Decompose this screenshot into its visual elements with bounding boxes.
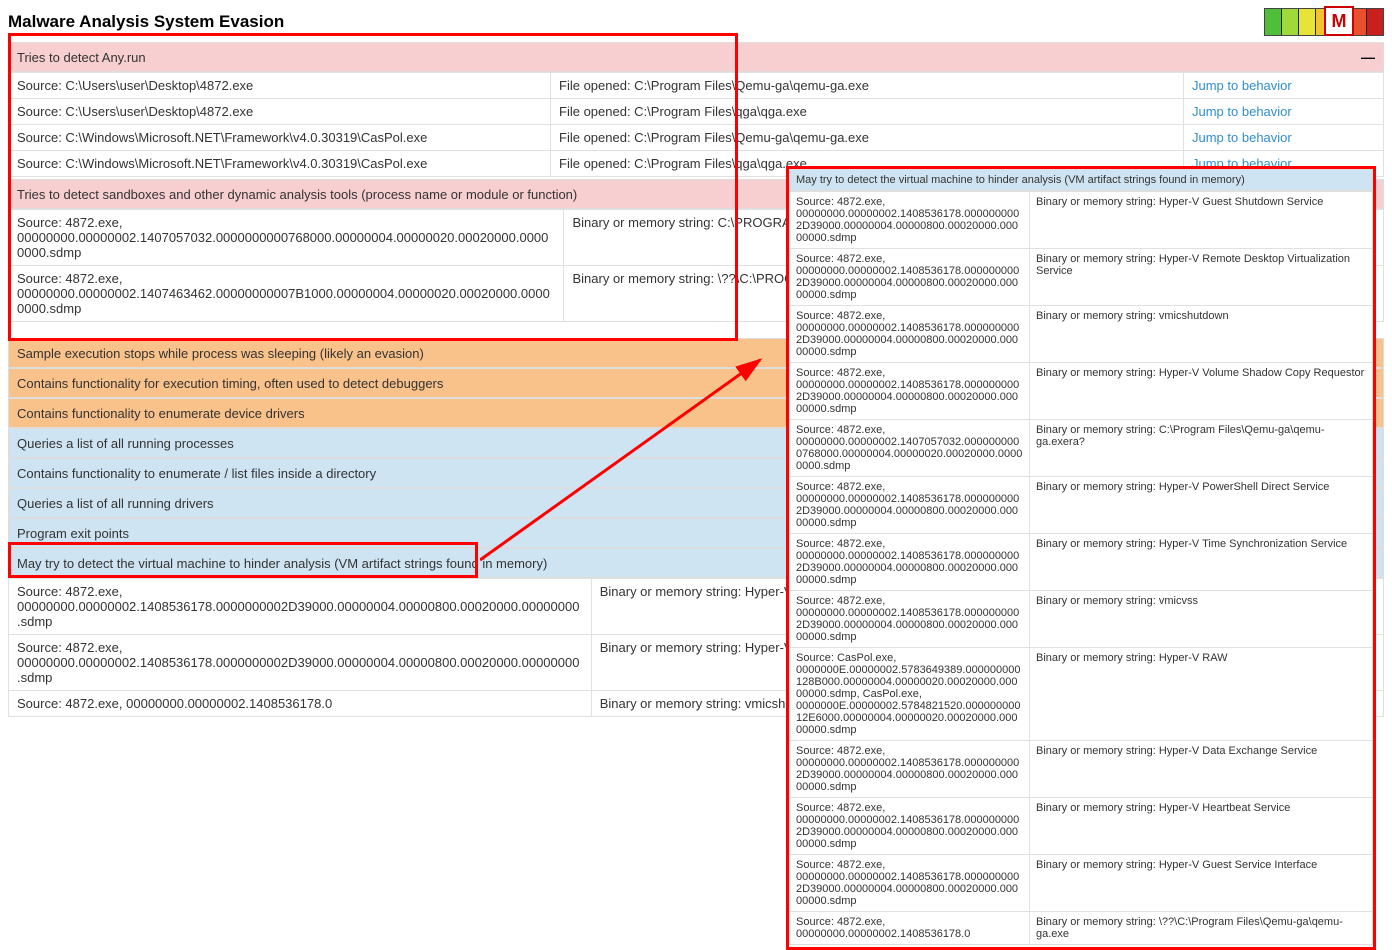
- cell-source: Source: 4872.exe, 00000000.00000002.1408…: [790, 855, 1030, 912]
- blue-item-label: Queries a list of all running drivers: [17, 496, 214, 511]
- cell-detail: Binary or memory string: Hyper-V PowerSh…: [1030, 477, 1373, 534]
- cell-detail: Binary or memory string: C:\Program File…: [1030, 420, 1373, 477]
- blue-item-label: Queries a list of all running processes: [17, 436, 234, 451]
- table-row: Source: 4872.exe, 00000000.00000002.1408…: [790, 306, 1373, 363]
- blue-item-label: Program exit points: [17, 526, 129, 541]
- logo-icon: M: [1324, 6, 1354, 36]
- float-panel-header[interactable]: May try to detect the virtual machine to…: [789, 169, 1373, 191]
- section-vmdetect-title: May try to detect the virtual machine to…: [17, 556, 547, 571]
- cell-detail: Binary or memory string: Hyper-V Remote …: [1030, 249, 1373, 306]
- cell-source: Source: 4872.exe, 00000000.00000002.1407…: [9, 210, 564, 266]
- cell-source: Source: 4872.exe, 00000000.00000002.1408…: [9, 691, 592, 717]
- orange-item-label: Contains functionality for execution tim…: [17, 376, 443, 391]
- cell-source: Source: 4872.exe, 00000000.00000002.1408…: [790, 534, 1030, 591]
- blue-item-label: Contains functionality to enumerate / li…: [17, 466, 376, 481]
- orange-item-label: Contains functionality to enumerate devi…: [17, 406, 305, 421]
- cell-source: Source: 4872.exe, 00000000.00000002.1408…: [790, 912, 1030, 945]
- table-row: Source: C:\Windows\Microsoft.NET\Framewo…: [9, 125, 1384, 151]
- cell-detail: Binary or memory string: Hyper-V Time Sy…: [1030, 534, 1373, 591]
- cell-detail: File opened: C:\Program Files\qga\qga.ex…: [551, 99, 1184, 125]
- collapse-icon[interactable]: —: [1361, 49, 1375, 65]
- cell-detail: Binary or memory string: Hyper-V Guest S…: [1030, 192, 1373, 249]
- cell-source: Source: C:\Windows\Microsoft.NET\Framewo…: [9, 151, 551, 177]
- cell-source: Source: C:\Windows\Microsoft.NET\Framewo…: [9, 125, 551, 151]
- cell-source: Source: 4872.exe, 00000000.00000002.1408…: [790, 591, 1030, 648]
- table-row: Source: C:\Users\user\Desktop\4872.exeFi…: [9, 99, 1384, 125]
- section-anyrun-header[interactable]: Tries to detect Any.run —: [8, 42, 1384, 72]
- table-row: Source: 4872.exe, 00000000.00000002.1408…: [790, 855, 1373, 912]
- cell-source: Source: 4872.exe, 00000000.00000002.1408…: [790, 477, 1030, 534]
- float-panel: May try to detect the virtual machine to…: [786, 166, 1376, 950]
- jump-link[interactable]: Jump to behavior: [1192, 130, 1292, 145]
- table-row: Source: 4872.exe, 00000000.00000002.1408…: [790, 249, 1373, 306]
- table-row: Source: 4872.exe, 00000000.00000002.1408…: [790, 534, 1373, 591]
- table-row: Source: 4872.exe, 00000000.00000002.1407…: [790, 420, 1373, 477]
- table-row: Source: 4872.exe, 00000000.00000002.1408…: [790, 741, 1373, 798]
- cell-detail: File opened: C:\Program Files\Qemu-ga\qe…: [551, 73, 1184, 99]
- cell-detail: Binary or memory string: Hyper-V Data Ex…: [1030, 741, 1373, 798]
- table-row: Source: CasPol.exe, 0000000E.00000002.57…: [790, 648, 1373, 741]
- table-row: Source: C:\Users\user\Desktop\4872.exeFi…: [9, 73, 1384, 99]
- table-row: Source: 4872.exe, 00000000.00000002.1408…: [790, 192, 1373, 249]
- cell-detail: Binary or memory string: Hyper-V Heartbe…: [1030, 798, 1373, 855]
- cell-source: Source: 4872.exe, 00000000.00000002.1408…: [790, 192, 1030, 249]
- cell-source: Source: 4872.exe, 00000000.00000002.1408…: [9, 635, 592, 691]
- cell-detail: Binary or memory string: vmicshutdown: [1030, 306, 1373, 363]
- cell-source: Source: 4872.exe, 00000000.00000002.1408…: [790, 306, 1030, 363]
- table-row: Source: 4872.exe, 00000000.00000002.1408…: [790, 591, 1373, 648]
- anyrun-table: Source: C:\Users\user\Desktop\4872.exeFi…: [8, 72, 1384, 177]
- cell-source: Source: 4872.exe, 00000000.00000002.1407…: [9, 266, 564, 322]
- cell-source: Source: 4872.exe, 00000000.00000002.1408…: [790, 363, 1030, 420]
- cell-detail: Binary or memory string: Hyper-V Volume …: [1030, 363, 1373, 420]
- cell-detail: Binary or memory string: \??\C:\Program …: [1030, 912, 1373, 945]
- jump-link[interactable]: Jump to behavior: [1192, 78, 1292, 93]
- table-row: Source: 4872.exe, 00000000.00000002.1408…: [790, 798, 1373, 855]
- cell-detail: Binary or memory string: Hyper-V RAW: [1030, 648, 1373, 741]
- cell-source: Source: 4872.exe, 00000000.00000002.1407…: [790, 420, 1030, 477]
- table-row: Source: 4872.exe, 00000000.00000002.1408…: [790, 477, 1373, 534]
- cell-source: Source: C:\Users\user\Desktop\4872.exe: [9, 73, 551, 99]
- cell-detail: Binary or memory string: Hyper-V Guest S…: [1030, 855, 1373, 912]
- cell-source: Source: CasPol.exe, 0000000E.00000002.57…: [790, 648, 1030, 741]
- cell-source: Source: 4872.exe, 00000000.00000002.1408…: [790, 741, 1030, 798]
- cell-source: Source: 4872.exe, 00000000.00000002.1408…: [790, 249, 1030, 306]
- cell-detail: Binary or memory string: vmicvss: [1030, 591, 1373, 648]
- cell-source: Source: 4872.exe, 00000000.00000002.1408…: [9, 579, 592, 635]
- jump-link[interactable]: Jump to behavior: [1192, 104, 1292, 119]
- float-panel-table: Source: 4872.exe, 00000000.00000002.1408…: [789, 191, 1373, 945]
- cell-source: Source: C:\Users\user\Desktop\4872.exe: [9, 99, 551, 125]
- cell-detail: File opened: C:\Program Files\Qemu-ga\qe…: [551, 125, 1184, 151]
- section-anyrun-title: Tries to detect Any.run: [17, 50, 146, 65]
- page-title: Malware Analysis System Evasion: [8, 12, 284, 32]
- orange-item-label: Sample execution stops while process was…: [17, 346, 424, 361]
- float-panel-title: May try to detect the virtual machine to…: [796, 174, 1245, 186]
- table-row: Source: 4872.exe, 00000000.00000002.1408…: [790, 363, 1373, 420]
- section-sandbox-title: Tries to detect sandboxes and other dyna…: [17, 187, 577, 202]
- cell-source: Source: 4872.exe, 00000000.00000002.1408…: [790, 798, 1030, 855]
- table-row: Source: 4872.exe, 00000000.00000002.1408…: [790, 912, 1373, 945]
